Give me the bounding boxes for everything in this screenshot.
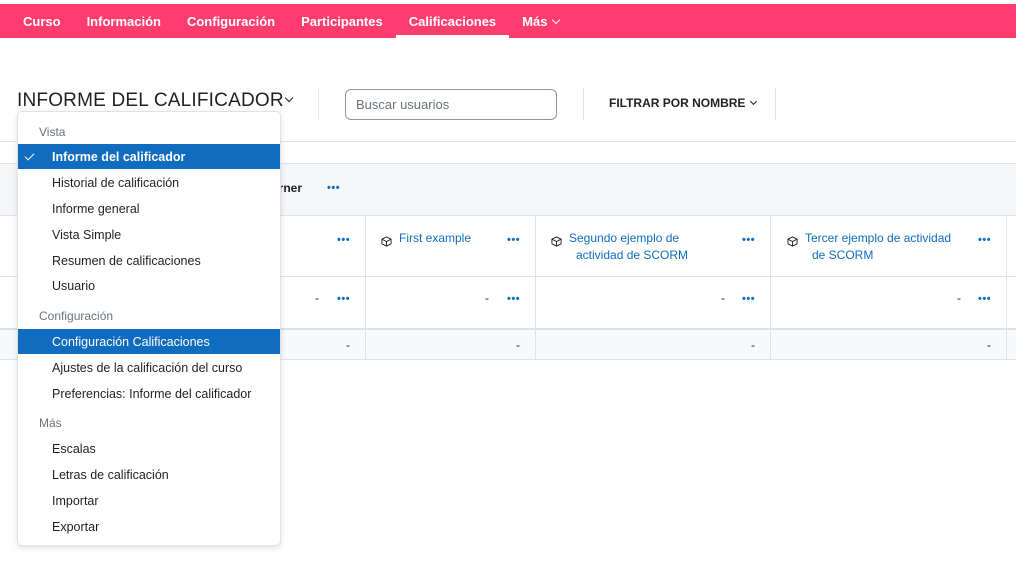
column-actions-menu-icon[interactable]: •••: [742, 235, 755, 246]
column-separator: [535, 330, 536, 360]
column-separator: [1006, 216, 1007, 277]
scorm-package-icon: [551, 236, 562, 247]
activity-link-first-example[interactable]: First example: [399, 230, 471, 247]
dropdown-item-label: Informe del calificador: [52, 149, 186, 164]
activity-link-tercer-ejemplo-line2[interactable]: de SCORM: [812, 247, 873, 264]
dropdown-item-label: Configuración Calificaciones: [52, 334, 210, 349]
column-separator: [1006, 277, 1007, 330]
divider: [318, 88, 319, 120]
nav-tab-label: Configuración: [186, 13, 276, 29]
nav-tab-label: Participantes: [301, 13, 383, 29]
dropdown-item-importar[interactable]: Importar: [18, 488, 280, 513]
average-value: -: [516, 338, 520, 352]
grade-value[interactable]: -: [485, 291, 489, 305]
chevron-down-icon: [552, 15, 561, 24]
column-separator: [535, 216, 536, 277]
dropdown-item-label: Historial de calificación: [52, 175, 180, 190]
report-selector-dropdown: Vista Informe del calificador Historial …: [17, 111, 281, 546]
primary-navigation: Curso Información Configuración Particip…: [0, 4, 1016, 38]
activity-link-tercer-ejemplo[interactable]: Tercer ejemplo de actividad: [805, 230, 951, 247]
dropdown-item-label: Escalas: [52, 441, 96, 456]
dropdown-item-preferencias[interactable]: Preferencias: Informe del calificador: [18, 381, 280, 406]
column-separator: [770, 330, 771, 360]
average-value: -: [751, 338, 755, 352]
column-separator: [770, 216, 771, 277]
column-actions-menu-icon[interactable]: •••: [507, 235, 520, 246]
grade-value[interactable]: -: [315, 291, 319, 305]
nav-tab-configuracion[interactable]: Configuración: [174, 4, 288, 38]
cell-actions-menu-icon[interactable]: •••: [742, 294, 755, 305]
dropdown-item-informe-calificador[interactable]: Informe del calificador: [18, 144, 280, 169]
cell-actions-menu-icon[interactable]: •••: [978, 294, 991, 305]
dropdown-item-vista-simple[interactable]: Vista Simple: [18, 222, 280, 247]
column-separator: [770, 277, 771, 330]
cell-actions-menu-icon[interactable]: •••: [507, 294, 520, 305]
search-users-input[interactable]: [345, 89, 557, 120]
dropdown-item-label: Importar: [52, 493, 99, 508]
dropdown-item-resumen[interactable]: Resumen de calificaciones: [18, 248, 280, 273]
dropdown-item-letras[interactable]: Letras de calificación: [18, 462, 280, 487]
dropdown-item-label: Informe general: [52, 201, 140, 216]
column-actions-menu-icon[interactable]: •••: [978, 235, 991, 246]
nav-tab-curso[interactable]: Curso: [0, 4, 74, 38]
column-separator: [535, 277, 536, 330]
nav-tab-calificaciones[interactable]: Calificaciones: [395, 4, 510, 38]
dropdown-section-header-vista: Vista: [39, 125, 66, 139]
chevron-down-icon: [284, 93, 294, 103]
dropdown-item-label: Vista Simple: [52, 227, 122, 242]
nav-tab-label: Más: [522, 13, 548, 29]
column-separator: [365, 277, 366, 330]
grade-value[interactable]: -: [721, 291, 725, 305]
dropdown-item-ajustes-curso[interactable]: Ajustes de la calificación del curso: [18, 355, 280, 380]
nav-tab-label: Información: [86, 13, 161, 29]
dropdown-item-usuario[interactable]: Usuario: [18, 273, 280, 298]
nav-tab-mas[interactable]: Más: [509, 4, 572, 38]
scorm-package-icon: [787, 236, 798, 247]
filter-label: FILTRAR POR NOMBRE: [609, 96, 746, 110]
column-separator: [1006, 330, 1007, 360]
dropdown-item-label: Exportar: [52, 519, 100, 534]
filter-by-name-button[interactable]: FILTRAR POR NOMBRE: [609, 96, 758, 110]
divider: [583, 88, 584, 120]
activity-link-segundo-ejemplo-line2[interactable]: actividad de SCORM: [576, 247, 688, 264]
column-separator: [365, 330, 366, 360]
course-actions-menu-icon[interactable]: •••: [327, 183, 340, 194]
nav-tab-label: Calificaciones: [408, 13, 497, 29]
chevron-down-icon: [750, 97, 758, 106]
column-actions-menu-icon[interactable]: •••: [337, 235, 350, 246]
dropdown-section-header-mas: Más: [39, 416, 62, 430]
dropdown-item-label: Ajustes de la calificación del curso: [52, 360, 243, 375]
cell-actions-menu-icon[interactable]: •••: [337, 294, 350, 305]
scorm-package-icon: [381, 236, 392, 247]
check-icon: [24, 150, 35, 161]
report-selector-button[interactable]: INFORME DEL CALIFICADOR: [17, 90, 284, 112]
dropdown-item-escalas[interactable]: Escalas: [18, 436, 280, 461]
divider: [775, 88, 776, 120]
grade-value[interactable]: -: [957, 291, 961, 305]
column-separator: [365, 216, 366, 277]
dropdown-item-label: Usuario: [52, 278, 96, 293]
dropdown-section-header-configuracion: Configuración: [39, 309, 114, 323]
nav-tab-informacion[interactable]: Información: [74, 4, 174, 38]
dropdown-item-label: Letras de calificación: [52, 467, 169, 482]
average-value: -: [346, 338, 350, 352]
dropdown-item-label: Preferencias: Informe del calificador: [52, 386, 252, 401]
dropdown-item-configuracion-calificaciones[interactable]: Configuración Calificaciones: [18, 329, 280, 354]
dropdown-item-historial[interactable]: Historial de calificación: [18, 170, 280, 195]
dropdown-item-exportar[interactable]: Exportar: [18, 514, 280, 539]
dropdown-item-informe-general[interactable]: Informe general: [18, 196, 280, 221]
activity-link-segundo-ejemplo[interactable]: Segundo ejemplo de: [569, 230, 679, 247]
nav-tab-participantes[interactable]: Participantes: [288, 4, 396, 38]
average-value: -: [987, 338, 991, 352]
nav-tab-label: Curso: [23, 13, 61, 29]
dropdown-item-label: Resumen de calificaciones: [52, 253, 201, 268]
